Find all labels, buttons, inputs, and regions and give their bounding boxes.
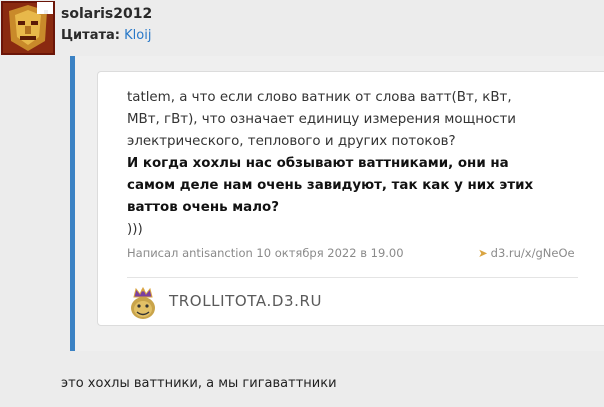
post: solaris2012 Цитата: Kloij tatlem, а что … — [0, 0, 604, 407]
text-line: ))) — [127, 222, 143, 237]
community-name[interactable]: TROLLITOTA.D3.RU — [169, 292, 322, 310]
bold-text-line: самом деле нам очень завидуют, так как у… — [127, 178, 534, 193]
crown-troll-icon — [131, 286, 155, 319]
embedded-post-card[interactable]: tatlem, а что если слово ватник от слова… — [97, 71, 604, 326]
text-line: МВт, гВт), что означает единицу измерени… — [127, 112, 517, 127]
avatar[interactable] — [1, 1, 55, 55]
link-icon: ➤ — [478, 246, 488, 260]
quoted-user-link[interactable]: Kloij — [124, 28, 151, 43]
divider — [127, 277, 578, 278]
short-link[interactable]: ➤ d3.ru/x/gNeOe — [478, 246, 575, 260]
post-meta: Написал antisanction 10 октября 2022 в 1… — [127, 246, 404, 260]
bold-text-line: И когда хохлы нас обзывают ваттниками, о… — [127, 156, 509, 171]
comment-text: это хохлы ваттники, а мы гигаваттники — [61, 376, 337, 391]
short-link-text: d3.ru/x/gNeOe — [490, 246, 575, 260]
text-line: tatlem, а что если слово ватник от слова… — [127, 90, 512, 105]
quote-header: Цитата: Kloij — [61, 28, 151, 43]
username[interactable]: solaris2012 — [61, 6, 152, 22]
text-line: электрического, теплового и других поток… — [127, 134, 456, 149]
avatar-image — [1, 1, 55, 55]
quote-label: Цитата: — [61, 28, 120, 43]
embedded-post-text: tatlem, а что если слово ватник от слова… — [127, 87, 547, 241]
bold-text-line: ваттов очень мало? — [127, 200, 279, 215]
